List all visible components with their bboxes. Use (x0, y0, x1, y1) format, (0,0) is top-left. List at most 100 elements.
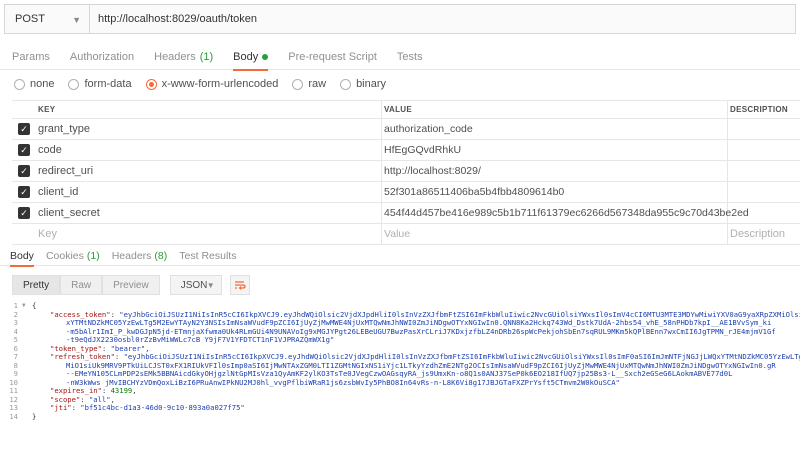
response-tab-cookies[interactable]: Cookies (1) (46, 246, 100, 266)
tab-pre-request-script[interactable]: Pre-request Script (288, 44, 377, 70)
row-checkbox-empty (12, 224, 36, 244)
tab-params[interactable]: Params (12, 44, 50, 70)
response-tab-cookies-count: (1) (86, 249, 100, 262)
tab-headers-label: Headers (154, 50, 196, 63)
format-label: JSON (180, 279, 208, 291)
chevron-down-icon: ▼ (72, 15, 81, 25)
header-description: DESCRIPTION (730, 105, 788, 114)
table-header-row: KEY VALUE DESCRIPTION (12, 101, 800, 119)
row-checkbox[interactable]: ✓ (12, 203, 36, 223)
body-type-form-data[interactable]: form-data (68, 78, 132, 90)
response-tab-headers-label: Headers (111, 249, 152, 262)
row-checkbox[interactable]: ✓ (12, 182, 36, 202)
pretty-button[interactable]: Pretty (12, 275, 61, 295)
wrap-lines-button[interactable] (229, 275, 250, 295)
table-row: ✓ grant_type authorization_code (12, 119, 800, 140)
new-key-input[interactable]: Key (36, 224, 382, 244)
tab-tests-label: Tests (396, 50, 423, 63)
body-type-binary-label: binary (356, 78, 387, 90)
body-type-binary[interactable]: binary (340, 78, 386, 90)
row-checkbox[interactable]: ✓ (12, 119, 36, 139)
radio-icon (292, 78, 304, 90)
param-description[interactable] (728, 182, 800, 202)
param-key[interactable]: code (36, 140, 382, 160)
body-type-none[interactable]: none (14, 78, 54, 90)
request-url-bar: POST ▼ http://localhost:8029/oauth/token (4, 4, 796, 38)
param-key[interactable]: client_id (36, 182, 382, 202)
body-type-raw-label: raw (308, 78, 327, 90)
format-select[interactable]: JSON ▼ (169, 275, 222, 295)
params-table: KEY VALUE DESCRIPTION ✓ grant_type autho… (12, 100, 800, 245)
json-key: "jti" (50, 403, 72, 412)
json-string: "bf51c4bc-d1a3-46d0-9c10-893a0a027f75" (80, 403, 245, 412)
response-body-code[interactable]: 1 ▼{ 2 "access_token": "eyJhbGciOiJSUzI1Ni… (0, 302, 800, 451)
response-tab-body[interactable]: Body (10, 246, 34, 267)
body-type-urlencoded[interactable]: x-www-form-urlencoded (145, 78, 279, 90)
body-type-urlencoded-label: x-www-form-urlencoded (161, 78, 279, 90)
url-input[interactable]: http://localhost:8029/oauth/token (90, 4, 796, 34)
table-row: ✓ client_secret 454f44d457be416e989c5b1b… (12, 203, 800, 224)
new-description-input[interactable]: Description (728, 224, 800, 244)
header-value: VALUE (382, 101, 728, 118)
method-select[interactable]: POST ▼ (4, 4, 90, 34)
tab-headers[interactable]: Headers (1) (154, 44, 213, 70)
checkbox-checked-icon: ✓ (18, 144, 30, 156)
tab-body-label: Body (233, 50, 259, 63)
param-key[interactable]: client_secret (36, 203, 382, 223)
radio-icon (340, 78, 352, 90)
row-checkbox[interactable]: ✓ (12, 161, 36, 181)
tab-body[interactable]: Body (233, 44, 269, 71)
body-type-none-label: none (30, 78, 55, 90)
param-key[interactable]: redirect_uri (36, 161, 382, 181)
response-tabs: Body Cookies (1) Headers (8) Test Results (0, 246, 800, 267)
param-value[interactable]: 52f301a86511406ba5b4fbb4809614b0 (382, 182, 728, 202)
response-tab-body-label: Body (10, 249, 34, 262)
line-number: 2 (13, 309, 18, 319)
param-value[interactable]: 454f44d457be416e989c5b1b711f61379ec6266d… (382, 203, 749, 223)
response-tab-headers[interactable]: Headers (8) (112, 246, 168, 266)
line-number: 3 (13, 318, 18, 327)
tab-params-label: Params (12, 50, 50, 63)
tab-tests[interactable]: Tests (397, 44, 423, 70)
request-tabs: Params Authorization Headers (1) Body Pre… (0, 44, 800, 71)
param-description[interactable] (728, 161, 800, 181)
line-number: 8 (13, 360, 18, 370)
param-value[interactable]: authorization_code (382, 119, 728, 139)
line-number: 6 (13, 343, 18, 353)
checkbox-checked-icon: ✓ (18, 186, 30, 198)
param-description[interactable] (728, 203, 800, 223)
line-number: 4 (13, 326, 18, 336)
radio-icon (14, 78, 25, 90)
body-type-raw[interactable]: raw (292, 78, 326, 90)
line-number: 1 (13, 302, 18, 310)
response-tab-test-results-label: Test Results (179, 249, 237, 262)
preview-button[interactable]: Preview (102, 275, 160, 295)
table-row: ✓ redirect_uri http://localhost:8029/ (12, 161, 800, 182)
new-value-input[interactable]: Value (382, 224, 728, 244)
fold-toggle-icon[interactable]: ▼ (22, 302, 32, 311)
row-checkbox[interactable]: ✓ (12, 140, 36, 160)
raw-button[interactable]: Raw (60, 275, 103, 295)
tab-authorization[interactable]: Authorization (70, 44, 134, 70)
param-description[interactable] (728, 140, 800, 160)
code-line: 14} (0, 412, 800, 422)
table-row: ✓ code HfEgGQvdRhkU (12, 140, 800, 161)
param-value[interactable]: HfEgGQvdRhkU (382, 140, 728, 160)
checkbox-checked-icon: ✓ (18, 165, 30, 177)
response-tab-test-results[interactable]: Test Results (179, 246, 236, 266)
table-row-new: Key Value Description (12, 224, 800, 245)
checkbox-checked-icon: ✓ (18, 207, 30, 219)
json-string: "eyJhbGciOiJSUzI1NiIsInR5cCI6IkpXVCJ9.ey… (123, 352, 800, 361)
param-description[interactable] (728, 119, 800, 139)
param-value[interactable]: http://localhost:8029/ (382, 161, 728, 181)
param-key[interactable]: grant_type (36, 119, 382, 139)
line-number: 7 (13, 352, 18, 361)
